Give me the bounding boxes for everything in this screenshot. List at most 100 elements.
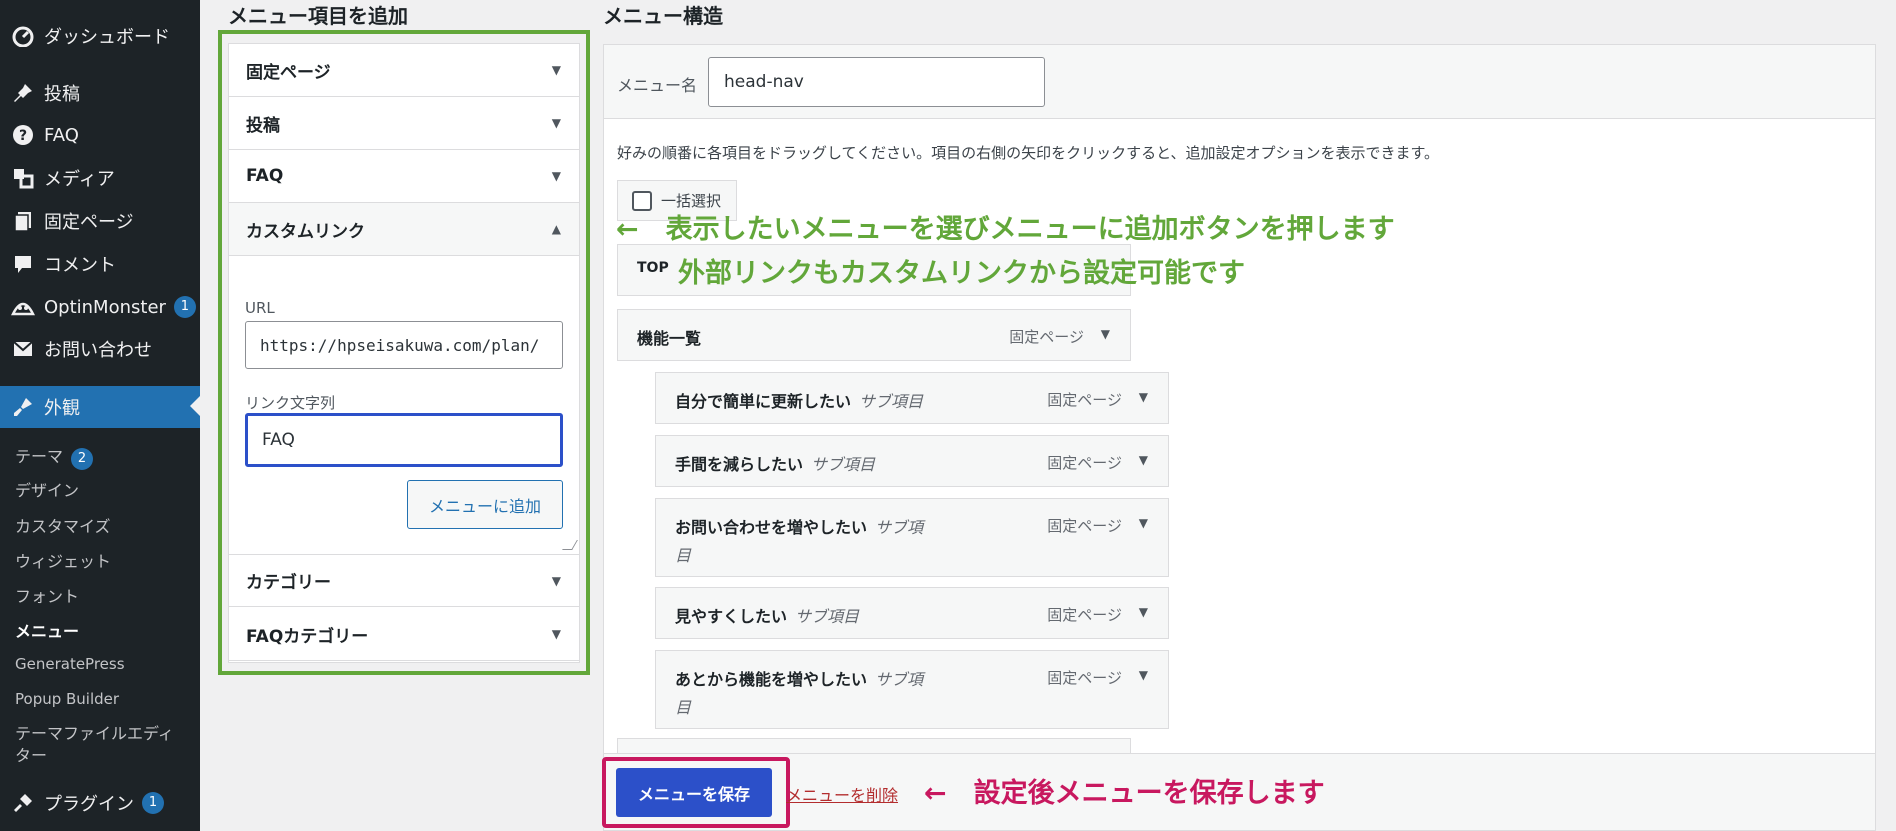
- sub-item-label-wrap: 目: [675, 546, 692, 565]
- menu-item-sub[interactable]: 自分で簡単に更新したい サブ項目 固定ページ ▼: [655, 372, 1169, 424]
- sidebar-item-comments[interactable]: コメント: [0, 244, 200, 284]
- sidebar-item-optinmonster[interactable]: OptinMonster 1: [0, 287, 200, 327]
- sidebar-item-label: 投稿: [44, 84, 80, 105]
- url-input[interactable]: https://hpseisakuwa.com/plan/: [245, 321, 563, 369]
- save-menu-button[interactable]: メニューを保存: [616, 768, 772, 817]
- menu-item-type: 固定ページ: [1047, 606, 1122, 624]
- menu-item-type: 固定ページ: [1047, 454, 1122, 472]
- sidebar-item-label: 外観: [44, 398, 80, 419]
- delete-menu-link[interactable]: メニューを削除: [786, 782, 898, 806]
- menu-name-input[interactable]: head-nav: [708, 57, 1045, 107]
- sub-item-label: サブ項: [875, 670, 924, 689]
- add-items-accordion: 固定ページ ▼ 投稿 ▼ FAQ ▼ カスタムリンク ▲ URL https:/…: [228, 43, 580, 663]
- submenu-item-fonts[interactable]: フォント: [15, 583, 79, 607]
- sidebar-item-faq[interactable]: ? FAQ: [0, 115, 200, 155]
- sidebar-item-label: OptinMonster: [44, 296, 166, 318]
- accordion-label: カテゴリー: [246, 573, 331, 593]
- menu-structure-title: メニュー構造: [603, 4, 723, 28]
- sidebar-item-label: プラグイン: [44, 794, 134, 815]
- sidebar-item-label: コメント: [44, 255, 116, 276]
- menu-item-partial[interactable]: [617, 738, 1131, 754]
- menu-item-sub[interactable]: あとから機能を増やしたい サブ項 目 固定ページ ▼: [655, 650, 1169, 729]
- submenu-item-popup-builder[interactable]: Popup Builder: [15, 690, 119, 708]
- sidebar-item-label: メディア: [44, 169, 115, 190]
- submenu-item-theme-file-editor[interactable]: テーマファイルエディター: [15, 723, 185, 767]
- sub-item-label: サブ項目: [859, 392, 924, 411]
- instructions-text: 好みの順番に各項目をドラッグしてください。項目の右側の矢印をクリックすると、追加…: [617, 144, 1440, 162]
- update-count-badge: 1: [173, 296, 196, 318]
- caret-down-icon[interactable]: ▼: [1101, 327, 1110, 341]
- menu-item-type: 固定ページ: [1009, 328, 1084, 346]
- update-count-badge: 1: [142, 792, 164, 814]
- caret-down-icon: ▼: [551, 169, 561, 183]
- caret-down-icon[interactable]: ▼: [1139, 605, 1148, 619]
- menu-item-title: 見やすくしたい サブ項目: [675, 607, 860, 626]
- menu-item-type: 固定ページ: [1047, 517, 1122, 535]
- menu-item-type: 固定ページ: [1047, 669, 1122, 687]
- sidebar-item-appearance[interactable]: 外観: [0, 386, 200, 428]
- media-icon: [10, 165, 36, 191]
- menu-item-title: TOP: [637, 260, 669, 276]
- sidebar-item-pages[interactable]: 固定ページ: [0, 201, 200, 241]
- sidebar-item-contact[interactable]: お問い合わせ: [0, 329, 200, 369]
- annotation-select-menu: ← 表示したいメニューを選びメニューに追加ボタンを押します: [616, 214, 1395, 245]
- sidebar-item-dashboard[interactable]: ダッシュボード: [0, 16, 200, 56]
- mail-icon: [10, 336, 36, 362]
- menu-item-sub[interactable]: 見やすくしたい サブ項目 固定ページ ▼: [655, 587, 1169, 639]
- add-to-menu-button[interactable]: メニューに追加: [407, 480, 563, 529]
- submenu-item-themes[interactable]: テーマ 2: [15, 443, 94, 470]
- menu-item-title: お問い合わせを増やしたい サブ項: [675, 518, 924, 537]
- menu-name-label: メニュー名: [617, 76, 698, 95]
- plugin-icon: [10, 790, 36, 816]
- accordion-pages[interactable]: 固定ページ ▼: [229, 44, 579, 97]
- accordion-label: 固定ページ: [246, 62, 331, 83]
- pin-icon: [10, 80, 36, 106]
- menu-item-sub[interactable]: お問い合わせを増やしたい サブ項 目 固定ページ ▼: [655, 498, 1169, 577]
- sidebar-item-plugins[interactable]: プラグイン 1: [0, 783, 200, 823]
- caret-down-icon[interactable]: ▼: [1139, 453, 1148, 467]
- caret-down-icon: ▼: [551, 63, 561, 77]
- submenu-item-menus[interactable]: メニュー: [15, 618, 79, 642]
- sidebar-item-posts[interactable]: 投稿: [0, 73, 200, 113]
- submenu-item-customize[interactable]: カスタマイズ: [15, 513, 111, 537]
- sub-item-label: サブ項: [875, 518, 924, 537]
- annotation-external-link: 外部リンクもカスタムリンクから設定可能です: [678, 258, 1245, 289]
- accordion-faq[interactable]: FAQ ▼: [229, 150, 579, 203]
- accordion-posts[interactable]: 投稿 ▼: [229, 97, 579, 150]
- caret-down-icon: ▼: [551, 627, 561, 641]
- update-count-badge: 2: [71, 448, 94, 470]
- sidebar-item-label: FAQ: [44, 124, 79, 146]
- caret-up-icon: ▲: [551, 222, 561, 236]
- caret-down-icon[interactable]: ▼: [1139, 390, 1148, 404]
- submenu-item-generatepress[interactable]: GeneratePress: [15, 655, 125, 673]
- menu-item-title: 機能一覧: [637, 329, 702, 348]
- link-text-input[interactable]: FAQ: [245, 413, 563, 467]
- resize-handle[interactable]: [562, 540, 578, 550]
- caret-down-icon[interactable]: ▼: [1139, 668, 1148, 682]
- accordion-label: 投稿: [246, 115, 280, 136]
- submenu-item-widgets[interactable]: ウィジェット: [15, 548, 111, 572]
- comment-icon: [10, 251, 36, 277]
- accordion-categories[interactable]: カテゴリー ▼: [229, 554, 579, 607]
- submenu-item-design[interactable]: デザイン: [15, 477, 79, 501]
- svg-text:?: ?: [19, 128, 27, 144]
- add-items-title: メニュー項目を追加: [228, 4, 408, 28]
- caret-down-icon[interactable]: ▼: [1139, 516, 1148, 530]
- sub-item-label: サブ項目: [811, 455, 876, 474]
- submenu-item-label: テーマ: [15, 447, 64, 466]
- menu-item-sub[interactable]: 手間を減らしたい サブ項目 固定ページ ▼: [655, 435, 1169, 487]
- sidebar-item-media[interactable]: メディア: [0, 158, 200, 198]
- menu-structure-panel: メニュー名 head-nav 好みの順番に各項目をドラッグしてください。項目の右…: [603, 44, 1876, 831]
- menu-item-title: 手間を減らしたい サブ項目: [675, 455, 876, 474]
- menu-item-features[interactable]: 機能一覧 固定ページ ▼: [617, 309, 1131, 361]
- accordion-faq-categories[interactable]: FAQカテゴリー ▼: [229, 608, 579, 661]
- dashboard-icon: [10, 23, 36, 49]
- accordion-label: FAQ: [246, 166, 284, 186]
- optinmonster-icon: [10, 294, 36, 320]
- link-text-label: リンク文字列: [245, 394, 336, 412]
- annotation-save-menu: ← 設定後メニューを保存します: [924, 778, 1325, 809]
- sidebar-item-label: ダッシュボード: [44, 27, 170, 48]
- sidebar-item-label: 固定ページ: [44, 212, 134, 233]
- accordion-label: FAQカテゴリー: [246, 626, 369, 647]
- accordion-custom-link[interactable]: カスタムリンク ▲: [229, 203, 579, 256]
